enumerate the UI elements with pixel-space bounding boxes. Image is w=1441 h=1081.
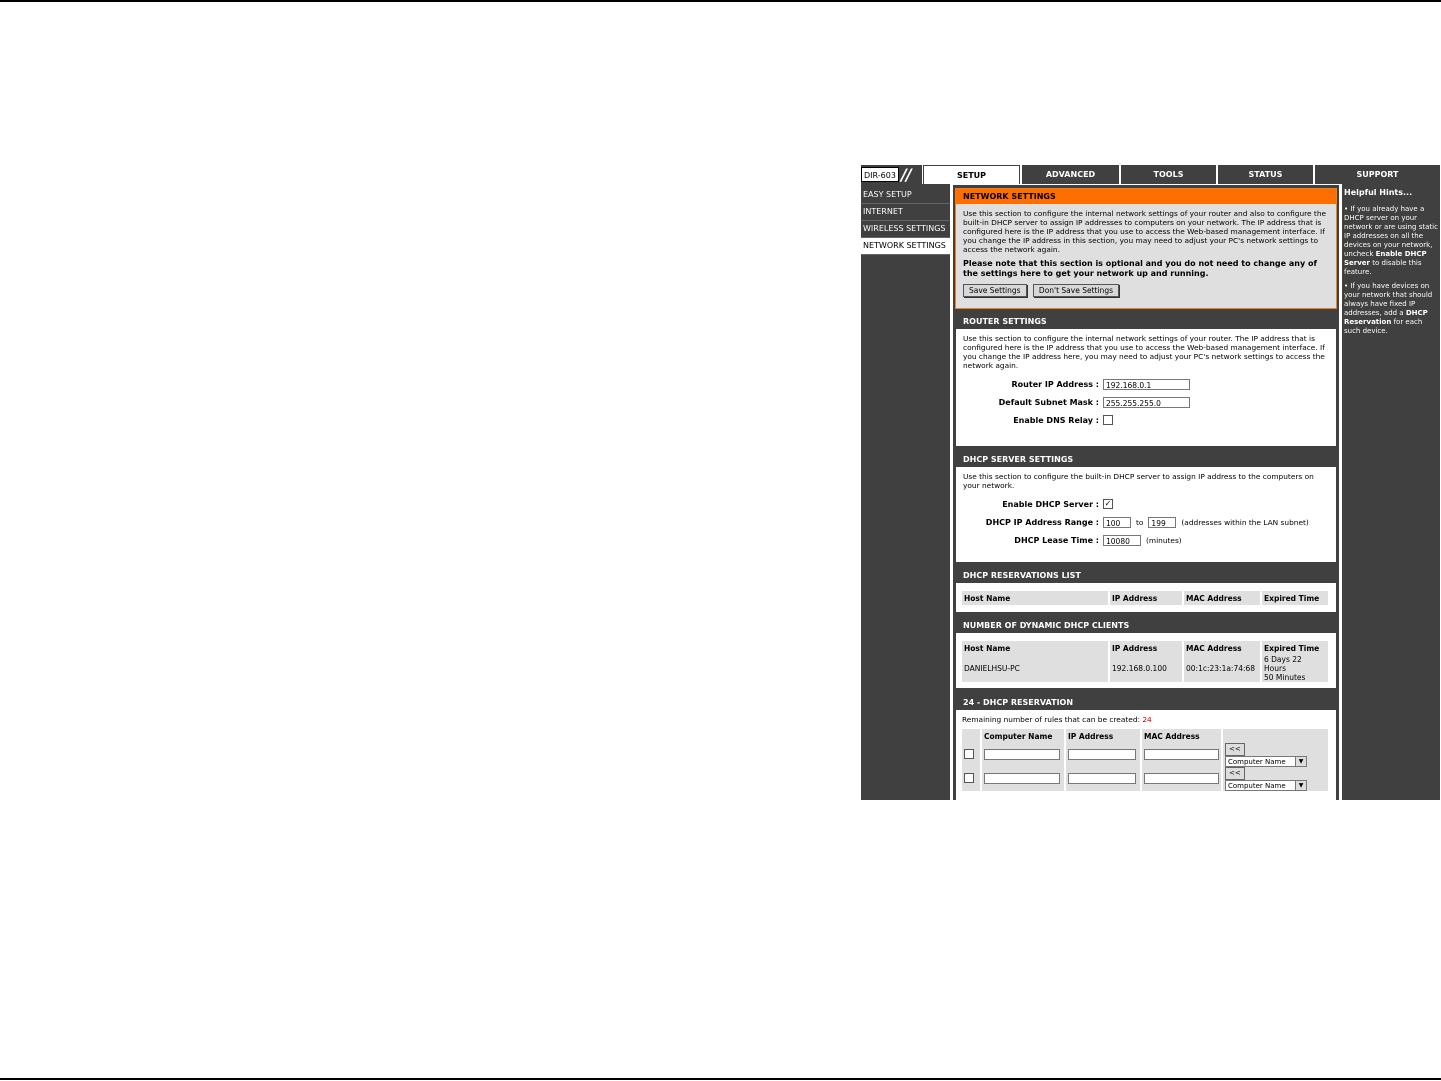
- enable-dhcp-label: Enable DHCP Server :: [1002, 499, 1099, 509]
- lease-time-unit: (minutes): [1146, 535, 1182, 545]
- col-host-name: Host Name: [962, 641, 1110, 655]
- tab-setup[interactable]: SETUP: [923, 165, 1020, 184]
- dhcp-range-label: DHCP IP Address Range :: [985, 517, 1099, 527]
- subnet-mask-input[interactable]: 255.255.255.0: [1103, 396, 1190, 408]
- col-mac-address: MAC Address: [1141, 729, 1223, 743]
- dhcp-reservation-title: 24 - DHCP RESERVATION: [956, 695, 1336, 710]
- sidebar-item-network-settings[interactable]: NETWORK SETTINGS: [861, 238, 950, 255]
- client-ip: 192.168.0.100: [1109, 655, 1184, 682]
- tab-advanced[interactable]: ADVANCED: [1020, 165, 1119, 184]
- copy-computer-button[interactable]: <<: [1225, 743, 1245, 756]
- bottom-rule: [0, 1078, 1441, 1080]
- subnet-mask-label: Default Subnet Mask :: [998, 397, 1099, 407]
- remaining-rules-label: Remaining number of rules that can be cr…: [962, 715, 1140, 724]
- dhcp-server-desc: Use this section to configure the built-…: [963, 472, 1314, 490]
- col-ip-address: IP Address: [1109, 641, 1184, 655]
- router-settings-box: ROUTER SETTINGS Use this section to conf…: [955, 313, 1337, 447]
- tab-status[interactable]: STATUS: [1216, 165, 1313, 184]
- col-ip-address: IP Address: [1109, 591, 1184, 605]
- dns-relay-label: Enable DNS Relay :: [1013, 415, 1099, 425]
- dhcp-reservation-table: Computer Name IP Address MAC Address << …: [962, 729, 1330, 791]
- col-mac-address: MAC Address: [1183, 641, 1262, 655]
- dhcp-reservation-box: 24 - DHCP RESERVATION Remaining number o…: [955, 694, 1337, 800]
- col-mac-address: MAC Address: [1183, 591, 1262, 605]
- model-label: DIR-603: [861, 167, 899, 182]
- sidebar-item-internet[interactable]: INTERNET: [861, 204, 950, 221]
- dont-save-settings-button[interactable]: Don't Save Settings: [1032, 284, 1119, 297]
- reservations-list-box: DHCP RESERVATIONS LIST Host Name IP Addr…: [955, 567, 1337, 613]
- model-banner: DIR-603 //: [861, 165, 922, 184]
- remaining-rules-count: 24: [1142, 715, 1152, 724]
- client-expired-days: 6 Days 22 Hours: [1264, 655, 1302, 673]
- reservation-computer-name-input[interactable]: [984, 772, 1060, 784]
- router-ip-input[interactable]: 192.168.0.1: [1103, 378, 1190, 390]
- dhcp-range-start-input[interactable]: 100: [1103, 516, 1131, 528]
- client-expired: 6 Days 22 Hours 50 Minutes: [1261, 655, 1330, 682]
- client-host: DANIELHSU-PC: [962, 655, 1110, 682]
- reservation-ip-input[interactable]: [1068, 748, 1136, 760]
- col-computer-name: Computer Name: [981, 729, 1066, 743]
- chevron-down-icon: ▼: [1295, 757, 1306, 766]
- lease-time-label: DHCP Lease Time :: [1014, 535, 1099, 545]
- slash-logo-icon: //: [901, 165, 912, 184]
- top-tabs: SETUP ADVANCED TOOLS STATUS SUPPORT: [923, 165, 1440, 184]
- dynamic-clients-box: NUMBER OF DYNAMIC DHCP CLIENTS Host Name…: [955, 617, 1337, 689]
- dhcp-server-box: DHCP SERVER SETTINGS Use this section to…: [955, 451, 1337, 563]
- table-row: DANIELHSU-PC 192.168.0.100 00:1c:23:1a:7…: [962, 655, 1330, 682]
- dhcp-range-to: to: [1136, 517, 1144, 527]
- reservation-enable-checkbox[interactable]: [964, 749, 974, 759]
- router-ip-label: Router IP Address :: [1011, 379, 1099, 389]
- network-settings-box: NETWORK SETTINGS Use this section to con…: [955, 188, 1337, 309]
- network-settings-desc: Use this section to configure the intern…: [963, 209, 1327, 254]
- col-expired-time: Expired Time: [1261, 641, 1330, 655]
- sidebar-item-wireless-settings[interactable]: WIRELESS SETTINGS: [861, 221, 950, 238]
- router-settings-title: ROUTER SETTINGS: [956, 314, 1336, 329]
- table-row: << Computer Name ▼: [962, 743, 1330, 767]
- lease-time-input[interactable]: 10080: [1103, 534, 1141, 546]
- col-expired-time: Expired Time: [1261, 591, 1330, 605]
- helpful-hints-panel: Helpful Hints... • If you already have a…: [1342, 184, 1440, 800]
- network-settings-note: Please note that this section is optiona…: [963, 259, 1317, 278]
- client-expired-minutes: 50 Minutes: [1264, 673, 1306, 682]
- reservation-mac-input[interactable]: [1144, 772, 1219, 784]
- computer-name-select[interactable]: Computer Name ▼: [1225, 756, 1307, 767]
- dhcp-server-title: DHCP SERVER SETTINGS: [956, 452, 1336, 467]
- network-settings-title: NETWORK SETTINGS: [956, 189, 1336, 204]
- dns-relay-checkbox[interactable]: [1103, 415, 1113, 425]
- remaining-rules: Remaining number of rules that can be cr…: [962, 715, 1330, 724]
- router-settings-desc: Use this section to configure the intern…: [963, 334, 1325, 370]
- tab-tools[interactable]: TOOLS: [1119, 165, 1216, 184]
- copy-computer-button[interactable]: <<: [1225, 767, 1245, 780]
- reservation-computer-name-input[interactable]: [984, 748, 1060, 760]
- table-row: << Computer Name ▼: [962, 767, 1330, 791]
- hints-title: Helpful Hints...: [1344, 188, 1413, 197]
- reservations-list-table: Host Name IP Address MAC Address Expired…: [962, 591, 1330, 605]
- dhcp-range-end-input[interactable]: 199: [1148, 516, 1177, 528]
- chevron-down-icon: ▼: [1295, 781, 1306, 790]
- dynamic-clients-title: NUMBER OF DYNAMIC DHCP CLIENTS: [956, 618, 1336, 633]
- sidebar-item-easy-setup[interactable]: EASY SETUP: [861, 187, 950, 204]
- hint-dhcp-server: • If you already have a DHCP server on y…: [1344, 205, 1438, 276]
- reservation-mac-input[interactable]: [1144, 748, 1219, 760]
- client-mac: 00:1c:23:1a:74:68: [1183, 655, 1262, 682]
- col-host-name: Host Name: [962, 591, 1110, 605]
- reservation-enable-checkbox[interactable]: [964, 773, 974, 783]
- router-screenshot: DIR-603 // SETUP ADVANCED TOOLS STATUS S…: [861, 163, 1440, 800]
- main-content: NETWORK SETTINGS Use this section to con…: [953, 185, 1339, 800]
- computer-name-select[interactable]: Computer Name ▼: [1225, 780, 1307, 791]
- col-ip-address: IP Address: [1065, 729, 1142, 743]
- sidebar: EASY SETUP INTERNET WIRELESS SETTINGS NE…: [861, 184, 950, 800]
- tab-support[interactable]: SUPPORT: [1313, 165, 1440, 184]
- dhcp-range-note: (addresses within the LAN subnet): [1181, 517, 1309, 527]
- top-rule: [0, 0, 1441, 2]
- enable-dhcp-checkbox[interactable]: ✓: [1103, 499, 1113, 509]
- dynamic-clients-table: Host Name IP Address MAC Address Expired…: [962, 641, 1330, 682]
- reservation-ip-input[interactable]: [1068, 772, 1136, 784]
- save-settings-button[interactable]: Save Settings: [963, 284, 1027, 297]
- hint-dhcp-reservation: • If you have devices on your network th…: [1344, 282, 1433, 335]
- reservations-list-title: DHCP RESERVATIONS LIST: [956, 568, 1336, 583]
